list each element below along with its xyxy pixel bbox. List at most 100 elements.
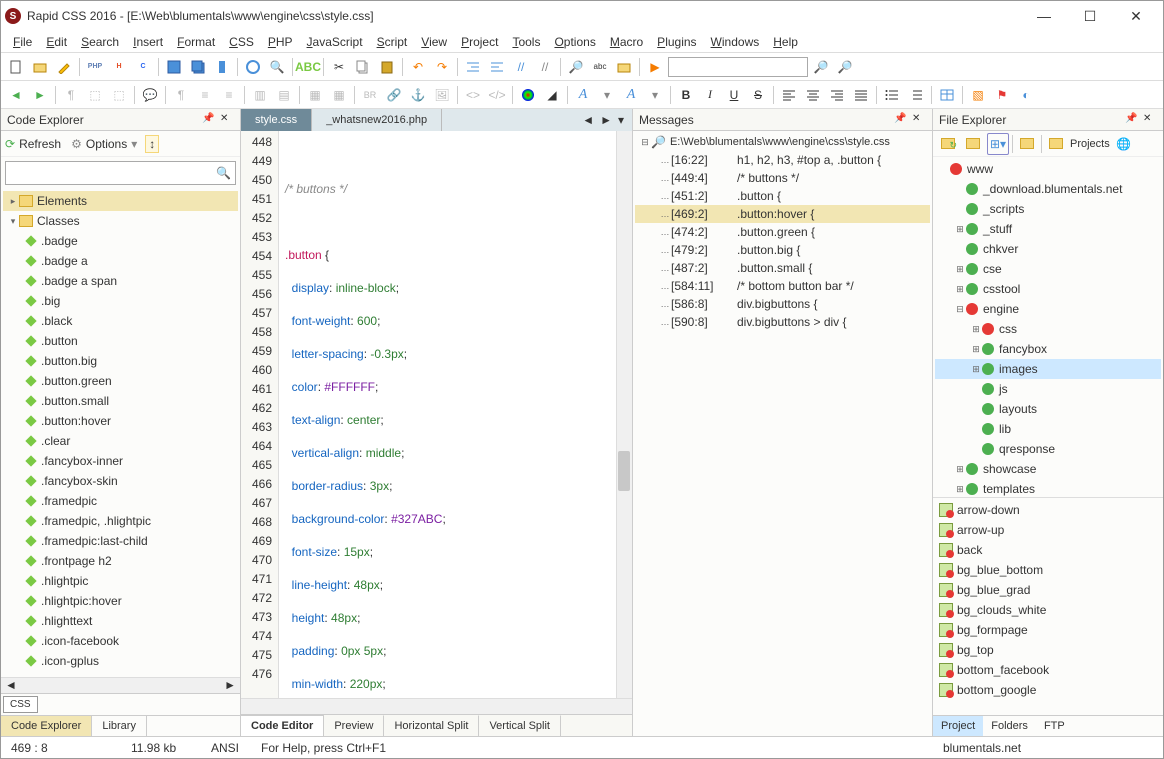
fe-tab-project[interactable]: Project [933, 716, 983, 736]
image-icon[interactable]: 🖼 [431, 84, 453, 106]
file-item[interactable]: arrow-down [935, 500, 1161, 520]
br-icon[interactable]: BR [359, 84, 381, 106]
tab-code-editor[interactable]: Code Editor [241, 715, 324, 736]
folder-node[interactable]: js [935, 379, 1161, 399]
tool-end-icon[interactable]: ◐ [1015, 84, 1037, 106]
menu-script[interactable]: Script [371, 33, 414, 51]
copy-icon[interactable] [352, 56, 374, 78]
table3-icon[interactable] [936, 84, 958, 106]
class-item[interactable]: .hlightpic:hover [3, 591, 238, 611]
class-item[interactable]: .badge a [3, 251, 238, 271]
table-icon[interactable]: ▦ [304, 84, 326, 106]
tab-code-explorer[interactable]: Code Explorer [1, 716, 92, 736]
class-item[interactable]: .badge a span [3, 271, 238, 291]
tag1-icon[interactable]: ¶ [60, 84, 82, 106]
code-editor[interactable]: 4484494504514524534544554564574584594604… [241, 131, 632, 698]
save-icon[interactable] [163, 56, 185, 78]
menu-help[interactable]: Help [767, 33, 804, 51]
class-item[interactable]: .button [3, 331, 238, 351]
menu-insert[interactable]: Insert [127, 33, 169, 51]
font-dd-icon[interactable]: ▾ [596, 84, 618, 106]
classes-node[interactable]: ▾Classes [3, 211, 238, 231]
sort-icon[interactable]: ↕ [145, 135, 159, 153]
fe-globe-icon[interactable]: 🌐 [1113, 133, 1135, 155]
refresh-label[interactable]: Refresh [19, 137, 61, 151]
folder-node[interactable]: ⊞csstool [935, 279, 1161, 299]
file-item[interactable]: bg_top [935, 640, 1161, 660]
fe-home-icon[interactable]: ↻ [937, 133, 959, 155]
elements-node[interactable]: ▸Elements [3, 191, 238, 211]
layers-icon[interactable]: ▧ [967, 84, 989, 106]
doc-tab-style[interactable]: style.css [241, 109, 312, 131]
para-icon[interactable]: ¶ [170, 84, 192, 106]
table2-icon[interactable]: ▦ [328, 84, 350, 106]
search-opts-icon[interactable]: 🔎 [834, 56, 856, 78]
tag-icon[interactable]: <> [462, 84, 484, 106]
message-row[interactable]: …[469:2].button:hover { [635, 205, 930, 223]
menu-css[interactable]: CSS [223, 33, 260, 51]
folder-node[interactable]: layouts [935, 399, 1161, 419]
open-icon[interactable] [29, 56, 51, 78]
doc-tab-whatsnew[interactable]: _whatsnew2016.php [312, 109, 442, 131]
close-button[interactable]: ✕ [1113, 1, 1159, 31]
class-item[interactable]: .fancybox-skin [3, 471, 238, 491]
run-icon[interactable]: ▶ [644, 56, 666, 78]
class-item[interactable]: .button.big [3, 351, 238, 371]
tag3-icon[interactable]: ⬚ [108, 84, 130, 106]
class-item[interactable]: .framedpic:last-child [3, 531, 238, 551]
align-center-icon[interactable] [802, 84, 824, 106]
php-icon[interactable]: PHP [84, 56, 106, 78]
class-item[interactable]: .badge [3, 231, 238, 251]
undo-icon[interactable]: ↶ [407, 56, 429, 78]
folder-node[interactable]: ⊞cse [935, 259, 1161, 279]
color-icon[interactable] [517, 84, 539, 106]
list1-icon[interactable] [881, 84, 903, 106]
class-item[interactable]: .framedpic [3, 491, 238, 511]
picker-icon[interactable]: ◢ [541, 84, 563, 106]
align-right-icon[interactable] [826, 84, 848, 106]
gear-icon[interactable]: ⚙ [71, 137, 82, 151]
message-row[interactable]: …[449:4]/* buttons */ [635, 169, 930, 187]
class-item[interactable]: .icon-gplus [3, 651, 238, 671]
tab-next-icon[interactable]: ► [600, 113, 612, 127]
fe-tab-folders[interactable]: Folders [983, 716, 1036, 736]
folder-node[interactable]: ⊞images [935, 359, 1161, 379]
message-row[interactable]: …[590:8]div.bigbuttons > div { [635, 313, 930, 331]
menu-macro[interactable]: Macro [604, 33, 649, 51]
message-row[interactable]: …[487:2].button.small { [635, 259, 930, 277]
font-a-icon[interactable]: A [572, 84, 594, 106]
folder-node[interactable]: ⊞showcase [935, 459, 1161, 479]
font-dd2-icon[interactable]: ▾ [644, 84, 666, 106]
close-panel-icon[interactable]: ✕ [220, 113, 234, 127]
class-item[interactable]: .framedpic, .hlightpic [3, 511, 238, 531]
menu-file[interactable]: File [7, 33, 38, 51]
class-tree[interactable]: ▸Elements ▾Classes .badge.badge a.badge … [1, 189, 240, 677]
comment-icon[interactable]: // [510, 56, 532, 78]
editor-vscroll[interactable] [616, 131, 632, 698]
find-icon[interactable]: 🔎 [565, 56, 587, 78]
folder-node[interactable]: ⊟engine [935, 299, 1161, 319]
class-item[interactable]: .icon-facebook [3, 631, 238, 651]
message-row[interactable]: …[451:2].button { [635, 187, 930, 205]
toolbar-search-input[interactable] [668, 57, 808, 77]
file-item[interactable]: bg_blue_bottom [935, 560, 1161, 580]
flag-icon[interactable]: ⚑ [991, 84, 1013, 106]
speech-icon[interactable]: 💬 [139, 84, 161, 106]
search-icon[interactable]: 🔍 [212, 166, 235, 180]
class-item[interactable]: .hlightpic [3, 571, 238, 591]
folder-node[interactable]: lib [935, 419, 1161, 439]
menu-format[interactable]: Format [171, 33, 221, 51]
strike-icon[interactable]: S [747, 84, 769, 106]
class-item[interactable]: .frontpage h2 [3, 551, 238, 571]
file-item[interactable]: bg_clouds_white [935, 600, 1161, 620]
new-file-icon[interactable] [5, 56, 27, 78]
folder-tree[interactable]: www_download.blumentals.net_scripts⊞_stu… [933, 157, 1163, 497]
save-all-icon[interactable] [187, 56, 209, 78]
messages-root[interactable]: ⊟🔎E:\Web\blumentals\www\engine\css\style… [635, 133, 930, 151]
class-item[interactable]: .big [3, 291, 238, 311]
class-item[interactable]: .button.small [3, 391, 238, 411]
class-item[interactable]: .fancybox-inner [3, 451, 238, 471]
tag2a-icon[interactable]: </> [486, 84, 508, 106]
menu-tools[interactable]: Tools [506, 33, 546, 51]
file-item[interactable]: bg_formpage [935, 620, 1161, 640]
